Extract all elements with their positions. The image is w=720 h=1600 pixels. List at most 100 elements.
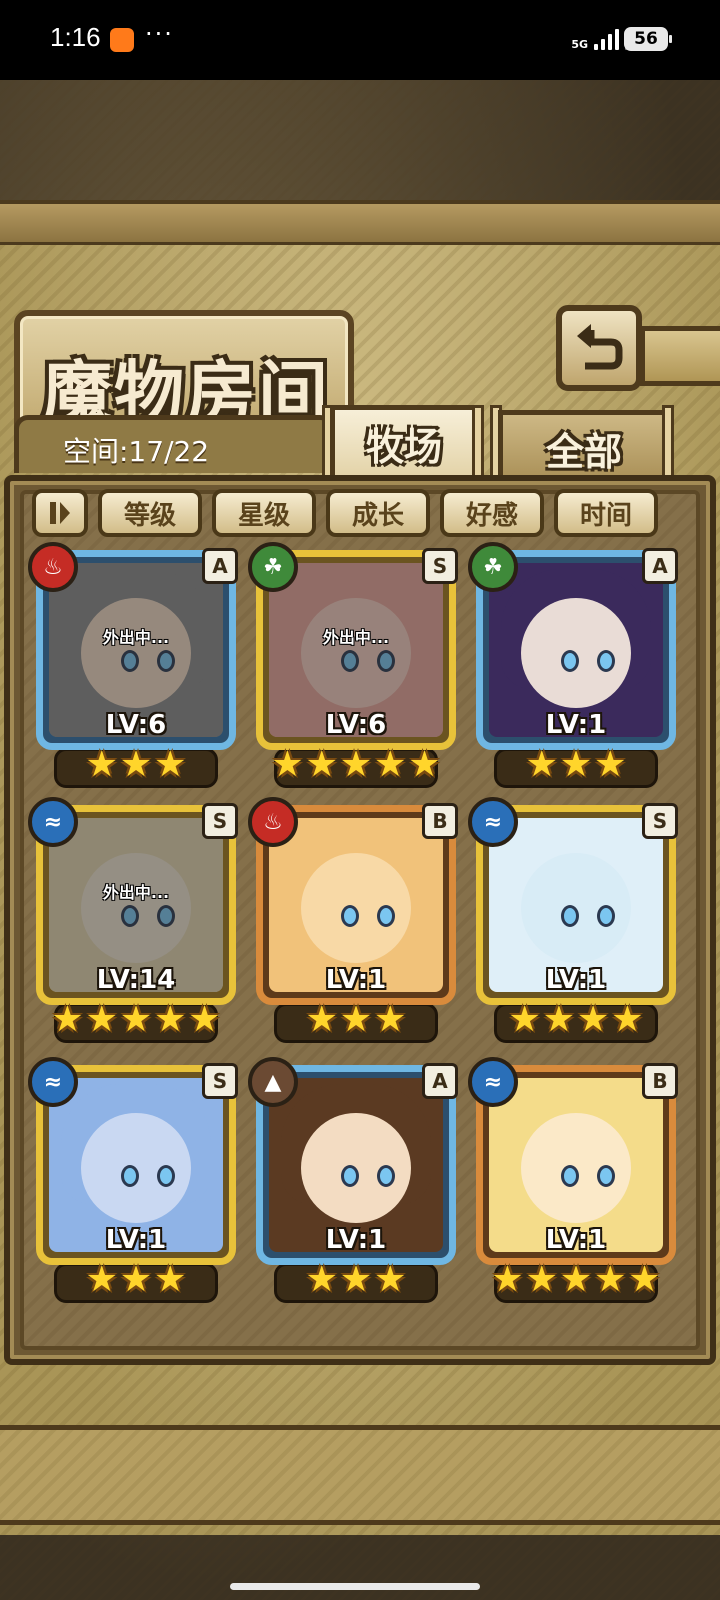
- star-icon: ★: [339, 999, 373, 1040]
- tab-post: [662, 405, 674, 479]
- star-icon: ★: [119, 744, 153, 785]
- space-counter: 空间:17/22: [14, 415, 334, 473]
- status-bar: 1:16 ··· 5G 56: [0, 0, 720, 80]
- star-icon: ★: [594, 1259, 627, 1300]
- monster-card[interactable]: ≈ S 外出中... LV:14 ★ ★ ★ ★ ★: [28, 797, 238, 1045]
- rank-badge: S: [202, 803, 238, 839]
- star-icon: ★: [559, 1259, 593, 1300]
- fire-element-icon: ♨: [28, 542, 78, 592]
- water-element-icon: ≈: [468, 797, 518, 847]
- sort-by-stars[interactable]: 星级: [212, 489, 316, 537]
- battery-icon: 56: [624, 27, 672, 51]
- monster-eye: [377, 1165, 395, 1187]
- star-icon: ★: [374, 999, 407, 1040]
- sort-by-level[interactable]: 等级: [98, 489, 202, 537]
- app-notification-icon: [110, 28, 134, 52]
- rank-badge: B: [422, 803, 458, 839]
- star-icon: ★: [542, 999, 575, 1040]
- monster-eye: [121, 1165, 139, 1187]
- star-icon: ★: [119, 999, 153, 1040]
- star-icon: ★: [628, 1259, 661, 1300]
- monster-card[interactable]: ≈ B LV:1 ★ ★ ★ ★ ★: [468, 1057, 678, 1305]
- star-icon: ★: [305, 1259, 338, 1300]
- star-icon: ★: [577, 999, 610, 1040]
- monster-eye: [561, 905, 579, 927]
- monster-eye: [561, 1165, 579, 1187]
- home-indicator[interactable]: [230, 1583, 480, 1590]
- monster-eye: [377, 905, 395, 927]
- monster-level: LV:1: [325, 965, 387, 995]
- bottom-decor-strip: [0, 1425, 720, 1525]
- monster-level: LV:1: [325, 1225, 387, 1255]
- star-icon: ★: [594, 744, 627, 785]
- sort-by-affection[interactable]: 好感: [440, 489, 544, 537]
- star-icon: ★: [154, 744, 187, 785]
- monster-eye: [341, 1165, 359, 1187]
- away-status: 外出中...: [322, 628, 390, 647]
- star-icon: ★: [85, 1259, 118, 1300]
- rank-badge: S: [642, 803, 678, 839]
- star-rating: ★ ★ ★ ★ ★: [36, 999, 236, 1040]
- star-icon: ★: [374, 744, 407, 785]
- water-element-icon: ≈: [28, 797, 78, 847]
- star-icon: ★: [491, 1259, 524, 1300]
- tab-pasture[interactable]: 牧场: [330, 405, 478, 477]
- tab-post: [472, 405, 484, 479]
- grass-element-icon: ☘: [248, 542, 298, 592]
- rank-badge: S: [202, 1063, 238, 1099]
- monster-level: LV:1: [545, 965, 607, 995]
- back-button-rail: [640, 326, 720, 386]
- sort-by-time[interactable]: 时间: [554, 489, 658, 537]
- return-arrow-icon: [577, 324, 623, 370]
- status-time: 1:16: [50, 22, 101, 52]
- star-icon: ★: [119, 1259, 153, 1300]
- star-rating: ★ ★ ★: [256, 999, 456, 1040]
- star-icon: ★: [85, 744, 118, 785]
- pause-sort-toggle-icon: [50, 502, 70, 524]
- rank-badge: S: [422, 548, 458, 584]
- monster-eye: [597, 905, 615, 927]
- rank-badge: A: [202, 548, 238, 584]
- monster-card[interactable]: ♨ B LV:1 ★ ★ ★: [248, 797, 458, 1045]
- panel-top-rail: [0, 200, 720, 246]
- monster-card[interactable]: ♨ A 外出中... LV:6 ★ ★ ★: [28, 542, 238, 790]
- sort-by-growth[interactable]: 成长: [326, 489, 430, 537]
- monster-level: LV:6: [325, 710, 387, 740]
- star-icon: ★: [85, 999, 118, 1040]
- monster-level: LV:14: [96, 965, 176, 995]
- star-icon: ★: [154, 999, 187, 1040]
- away-status: 外出中...: [102, 883, 170, 902]
- star-icon: ★: [525, 1259, 558, 1300]
- monster-eye: [597, 650, 615, 672]
- rank-badge: B: [642, 1063, 678, 1099]
- star-icon: ★: [51, 999, 84, 1040]
- water-element-icon: ≈: [28, 1057, 78, 1107]
- star-icon: ★: [271, 744, 304, 785]
- star-icon: ★: [611, 999, 644, 1040]
- game-background: 魔物房间 空间:17/22 牧场 全部 等级 星级 成长 好感 时间 ♨ A 外出中…: [0, 80, 720, 1600]
- star-icon: ★: [559, 744, 593, 785]
- fire-element-icon: ♨: [248, 797, 298, 847]
- monster-eye: [157, 1165, 175, 1187]
- star-icon: ★: [154, 1259, 187, 1300]
- star-icon: ★: [374, 1259, 407, 1300]
- sort-order-toggle[interactable]: [32, 489, 88, 537]
- star-icon: ★: [508, 999, 541, 1040]
- monster-card[interactable]: ☘ A LV:1 ★ ★ ★: [468, 542, 678, 790]
- star-rating: ★ ★ ★ ★ ★: [476, 1259, 676, 1300]
- monster-level: LV:1: [545, 1225, 607, 1255]
- away-status: 外出中...: [102, 628, 170, 647]
- earth-element-icon: ▲: [248, 1057, 298, 1107]
- monster-card[interactable]: ▲ A LV:1 ★ ★ ★: [248, 1057, 458, 1305]
- monster-card[interactable]: ≈ S LV:1 ★ ★ ★: [28, 1057, 238, 1305]
- star-rating: ★ ★ ★ ★ ★: [256, 744, 456, 785]
- star-rating: ★ ★ ★: [36, 1259, 236, 1300]
- monster-card[interactable]: ☘ S 外出中... LV:6 ★ ★ ★ ★ ★: [248, 542, 458, 790]
- star-icon: ★: [525, 744, 558, 785]
- monster-eye: [597, 1165, 615, 1187]
- star-icon: ★: [339, 1259, 373, 1300]
- star-rating: ★ ★ ★ ★: [476, 999, 676, 1040]
- tab-all[interactable]: 全部: [498, 410, 670, 482]
- monster-card[interactable]: ≈ S LV:1 ★ ★ ★ ★: [468, 797, 678, 1045]
- back-button[interactable]: [556, 305, 642, 391]
